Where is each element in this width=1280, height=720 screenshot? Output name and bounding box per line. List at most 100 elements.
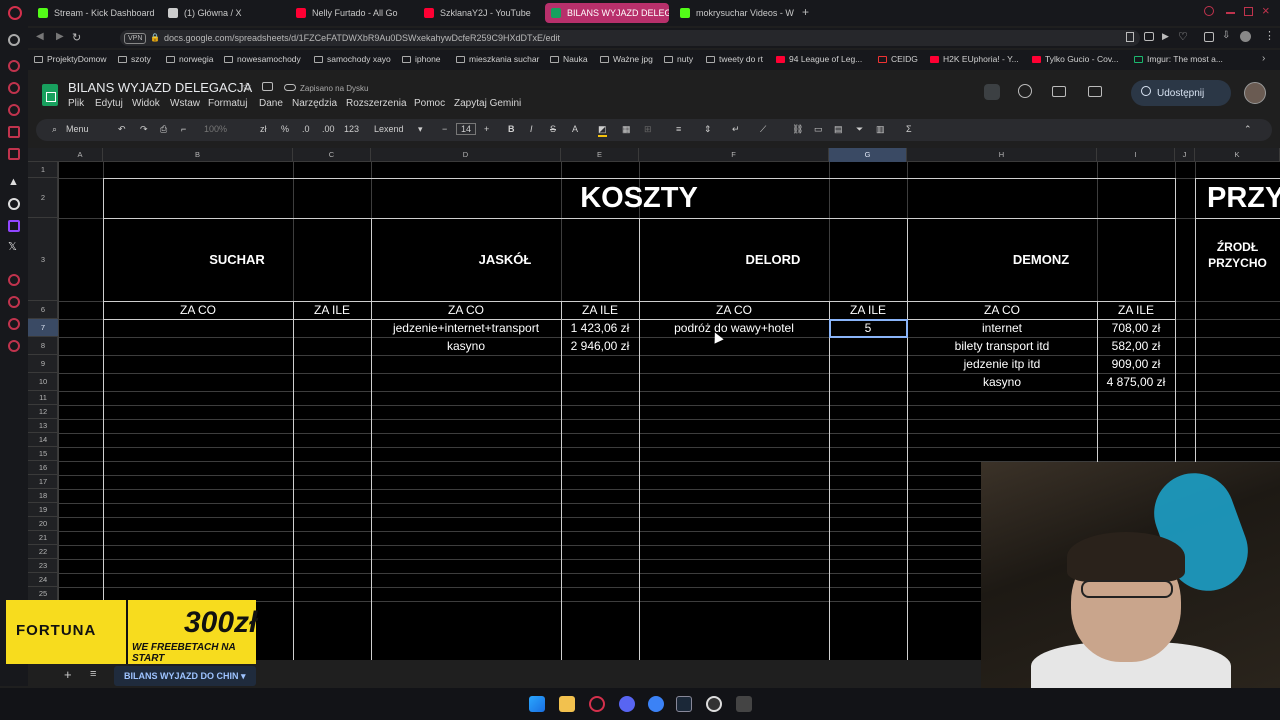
font-size-increase[interactable]: + <box>484 124 489 134</box>
document-title[interactable]: BILANS WYJAZD DELEGACJA <box>68 80 252 95</box>
tab-bilans-sheet[interactable]: BILANS WYJAZD DELEG <box>545 3 669 23</box>
za-ile-header[interactable]: ZA ILE <box>829 301 907 319</box>
row-header[interactable]: 17 <box>28 475 58 489</box>
table-cell-za-ile[interactable]: 582,00 zł <box>1097 337 1175 355</box>
menu-tools[interactable]: Narzędzia <box>292 98 337 109</box>
more-formats-button[interactable]: 123 <box>344 124 359 134</box>
share-button[interactable]: Udostępnij <box>1131 80 1231 106</box>
column-header-h[interactable]: H <box>907 148 1097 162</box>
wrap-icon[interactable]: ↵ <box>732 124 740 135</box>
table-cell-za-co[interactable]: kasyno <box>371 337 561 355</box>
column-header-d[interactable]: D <box>371 148 561 162</box>
row-header[interactable]: 21 <box>28 531 58 545</box>
column-header-g[interactable]: G <box>829 148 907 162</box>
bookmark-link[interactable]: H2K EUphoria! - Y... <box>930 54 1019 64</box>
filter-icon[interactable]: ⏷ <box>856 124 863 135</box>
row-header[interactable]: 1 <box>28 162 58 178</box>
sheets-logo-icon[interactable] <box>42 84 58 106</box>
za-co-header[interactable]: ZA CO <box>103 301 293 319</box>
person-header[interactable]: DEMONZ <box>907 218 1175 301</box>
avatar[interactable] <box>1244 82 1266 104</box>
bookmark-link[interactable]: Imgur: The most a... <box>1134 54 1223 64</box>
menu-format[interactable]: Formatuj <box>208 98 247 109</box>
table-cell-za-ile[interactable]: 4 875,00 zł <box>1097 373 1175 391</box>
print-icon[interactable]: ⎙ <box>160 124 167 135</box>
user-icon[interactable] <box>8 104 20 116</box>
row-header[interactable]: 10 <box>28 373 58 391</box>
fill-color-icon[interactable]: ◩ <box>598 124 607 137</box>
row-header[interactable]: 13 <box>28 419 58 433</box>
opera-logo-icon[interactable] <box>8 6 22 20</box>
za-co-header[interactable]: ZA CO <box>639 301 829 319</box>
sheet-tab-active[interactable]: BILANS WYJAZD DO CHIN ▾ <box>114 666 256 686</box>
selected-cell-g7[interactable] <box>829 319 908 338</box>
table-cell-za-ile[interactable]: 2 946,00 zł <box>561 337 639 355</box>
heart-icon[interactable]: ♡ <box>1178 30 1188 43</box>
table-cell-za-co[interactable]: jedzenie+internet+transport <box>371 319 561 337</box>
bookmark-icon[interactable] <box>1126 32 1134 42</box>
gemini-sparkle-icon[interactable] <box>984 84 1000 100</box>
history-icon[interactable] <box>1018 84 1032 98</box>
font-size-decrease[interactable]: − <box>442 124 447 134</box>
meet-icon[interactable] <box>1088 86 1102 97</box>
extensions-icon[interactable] <box>1204 32 1214 42</box>
chevron-down-icon[interactable]: ▾ <box>241 671 246 681</box>
table-cell-za-co[interactable]: jedzenie itp itd <box>907 355 1097 373</box>
table-cell-za-ile[interactable]: 708,00 zł <box>1097 319 1175 337</box>
tab-mokrysuchar[interactable]: mokrysuchar Videos - W <box>674 3 798 23</box>
star-icon[interactable]: ☆ <box>241 80 252 94</box>
comments-icon[interactable] <box>1052 86 1066 97</box>
add-sheet-icon[interactable]: + <box>64 667 72 682</box>
bookmark-link[interactable]: Tylko Gucio - Cov... <box>1032 54 1119 64</box>
tab-kick-dashboard[interactable]: Stream - Kick Dashboard <box>32 3 160 23</box>
sheet-title-koszty[interactable]: KOSZTY <box>103 178 1175 218</box>
opera-taskbar-icon[interactable] <box>589 696 605 712</box>
row-header[interactable]: 11 <box>28 391 58 405</box>
za-ile-header[interactable]: ZA ILE <box>561 301 639 319</box>
row-header[interactable]: 14 <box>28 433 58 447</box>
row-header[interactable]: 9 <box>28 355 58 373</box>
bookmark-folder[interactable]: Nauka <box>550 54 588 64</box>
column-header-c[interactable]: C <box>293 148 371 162</box>
bookmark-link[interactable]: 94 League of Leg... <box>776 54 862 64</box>
menu-help[interactable]: Pomoc <box>414 98 445 109</box>
link-icon[interactable]: ⛓ <box>792 124 803 135</box>
bookmark-folder[interactable]: ProjektyDomow <box>34 54 107 64</box>
table-cell-za-ile[interactable]: 1 423,06 zł <box>561 319 639 337</box>
bookmark-link[interactable]: CEIDG <box>878 54 918 64</box>
obs-icon[interactable] <box>706 696 722 712</box>
menu-search[interactable]: Menu <box>66 124 89 134</box>
column-header-i[interactable]: I <box>1097 148 1175 162</box>
forward-icon[interactable]: ▶ <box>56 31 64 42</box>
menu-icon[interactable]: ⋮ <box>1264 29 1275 42</box>
row-header[interactable]: 22 <box>28 545 58 559</box>
menu-edit[interactable]: Edytuj <box>95 98 123 109</box>
column-header-e[interactable]: E <box>561 148 639 162</box>
search-tabs-icon[interactable] <box>1204 6 1214 16</box>
row-header[interactable]: 19 <box>28 503 58 517</box>
row-header[interactable]: 3 <box>28 218 58 301</box>
row-header[interactable]: 12 <box>28 405 58 419</box>
tab-szklana-youtube[interactable]: SzklanaY2J - YouTube <box>418 3 540 23</box>
download-icon[interactable]: ⇩ <box>1222 30 1230 41</box>
increase-decimal-button[interactable]: .00 <box>322 124 335 134</box>
decrease-decimal-button[interactable]: .0 <box>302 124 310 134</box>
move-icon[interactable] <box>262 82 273 91</box>
text-color-button[interactable]: A <box>572 124 578 134</box>
maximize-icon[interactable] <box>1244 7 1253 16</box>
tab-nelly-furtado[interactable]: Nelly Furtado - All Go <box>290 3 412 23</box>
chart-icon[interactable]: ▤ <box>834 124 843 135</box>
timer-icon[interactable] <box>8 296 20 308</box>
x-sidebar-icon[interactable]: 𝕏 <box>8 240 17 253</box>
messenger-icon[interactable] <box>8 60 20 72</box>
za-ile-header[interactable]: ZA ILE <box>1097 301 1175 319</box>
person-header[interactable]: DELORD <box>639 218 907 301</box>
clock-icon[interactable] <box>8 274 20 286</box>
menu-data[interactable]: Dane <box>259 98 283 109</box>
row-header[interactable]: 23 <box>28 559 58 573</box>
bookmark-folder[interactable]: nuty <box>664 54 693 64</box>
merge-icon[interactable]: ⊞ <box>644 124 652 135</box>
menu-extensions[interactable]: Rozszerzenia <box>346 98 407 109</box>
table-cell-za-co[interactable]: kasyno <box>907 373 1097 391</box>
discord-icon[interactable] <box>619 696 635 712</box>
